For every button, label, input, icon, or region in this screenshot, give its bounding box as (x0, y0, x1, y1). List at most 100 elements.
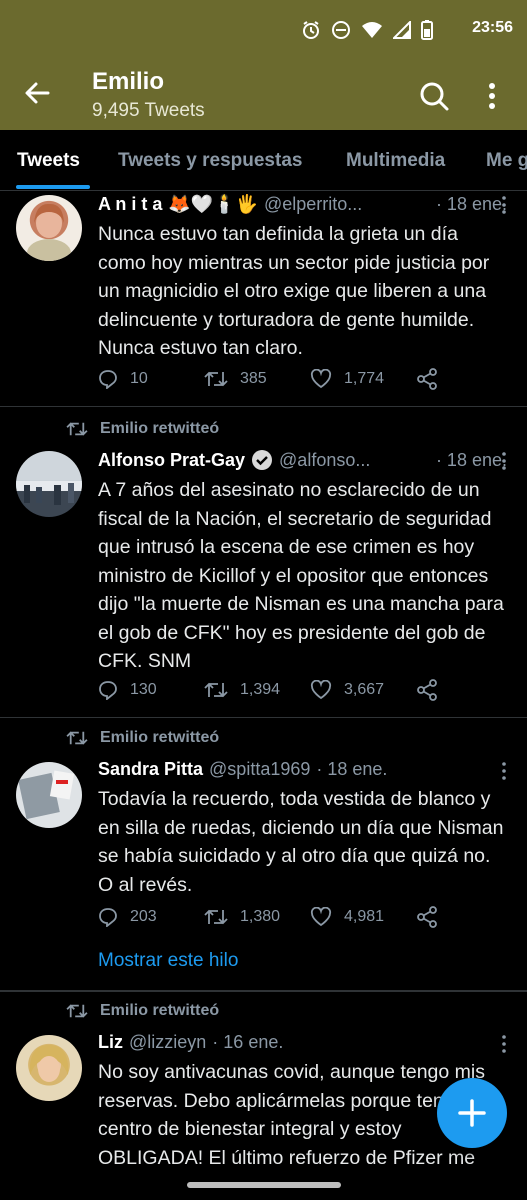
tweet-actions: 203 1,380 4,981 (98, 906, 522, 928)
tab-media[interactable]: Multimedia (346, 150, 445, 172)
gesture-handle[interactable] (187, 1182, 341, 1188)
retweet-count: 385 (240, 370, 267, 387)
more-options-button[interactable] (482, 80, 502, 112)
reply-count: 130 (130, 681, 157, 698)
tweet-text: A 7 años del asesinato no esclarecido de… (98, 479, 504, 672)
share-button[interactable] (416, 679, 522, 701)
back-button[interactable] (20, 76, 54, 110)
tweet-more-icon[interactable] (501, 452, 507, 470)
compose-plus-icon (458, 1099, 486, 1127)
reply-icon (99, 370, 117, 389)
retweet-label: Emilio retwitteó (100, 729, 220, 746)
share-button[interactable] (416, 368, 522, 390)
status-time: 23:56 (472, 19, 513, 36)
verified-icon (252, 450, 273, 470)
like-icon (310, 907, 332, 927)
retweet-button[interactable]: 1,380 (204, 907, 310, 927)
retweet-button[interactable]: 385 (204, 369, 310, 389)
tweet[interactable]: A n i t a 🦊🤍🕯️🖐 @elperrito... · 18 ene. … (0, 191, 527, 407)
like-button[interactable]: 1,774 (310, 369, 416, 389)
status-icons (301, 20, 433, 40)
tweet-more-icon[interactable] (501, 196, 507, 214)
tab-likes[interactable]: Me gusta (486, 150, 527, 172)
share-icon (417, 368, 437, 390)
tab-tweets[interactable]: Tweets (17, 150, 80, 172)
tweet-time: · 18 ene. (435, 450, 507, 470)
reply-icon (99, 681, 117, 700)
tweet[interactable]: Emilio retwitteó Alfonso Prat-Gay @alfon… (0, 407, 527, 718)
reply-count: 10 (130, 370, 148, 387)
retweet-icon (66, 422, 88, 436)
tweet-more-icon[interactable] (501, 762, 507, 780)
author-handle: @elperrito... (264, 194, 363, 214)
retweet-label: Emilio retwitteó (100, 420, 220, 437)
tweet-count: 9,495 Tweets (92, 100, 205, 121)
reply-button[interactable]: 130 (98, 680, 204, 700)
tweet-meta: Alfonso Prat-Gay @alfonso... · 18 ene. (98, 447, 507, 473)
reply-icon (99, 908, 117, 927)
header-titles: Emilio 9,495 Tweets (92, 68, 205, 124)
tweet[interactable]: Emilio retwitteó Sandra Pitta @spitta196… (0, 717, 527, 992)
compose-tweet-button[interactable] (437, 1078, 507, 1148)
author-name[interactable]: Liz (98, 1029, 123, 1055)
avatar[interactable] (16, 1035, 82, 1101)
show-thread-link[interactable]: Mostrar este hilo (98, 950, 238, 972)
system-nav-bar (0, 1170, 527, 1200)
search-icon (420, 82, 449, 111)
author-emoji: 🦊🤍🕯️🖐 (168, 194, 258, 214)
retweet-count: 1,394 (240, 681, 281, 698)
like-button[interactable]: 3,667 (310, 680, 416, 700)
avatar[interactable] (16, 195, 82, 261)
author-handle: @spitta1969 (209, 759, 311, 779)
tweet-more-icon[interactable] (501, 1035, 507, 1053)
page-title: Emilio (92, 68, 165, 95)
retweet-icon (204, 682, 228, 698)
reply-button[interactable]: 10 (98, 369, 204, 389)
battery-icon (421, 20, 433, 40)
tweet-meta: A n i t a 🦊🤍🕯️🖐 @elperrito... · 18 ene. (98, 191, 507, 217)
search-button[interactable] (418, 80, 450, 112)
tweet-actions: 10 385 1,774 (98, 368, 522, 390)
like-count: 4,981 (344, 908, 385, 925)
author-handle: @lizzieyn (129, 1032, 207, 1052)
tweet-meta: Liz @lizzieyn · 16 ene. (98, 1029, 507, 1055)
reply-button[interactable]: 203 (98, 907, 204, 927)
share-icon (417, 906, 437, 928)
retweet-count: 1,380 (240, 908, 281, 925)
retweet-icon (204, 371, 228, 387)
active-tab-indicator (16, 185, 90, 189)
retweet-button[interactable]: 1,394 (204, 680, 310, 700)
dnd-icon (331, 20, 351, 40)
retweet-icon (66, 1004, 88, 1018)
author-handle: @alfonso... (279, 450, 371, 470)
profile-header: Emilio 9,495 Tweets (0, 58, 527, 130)
profile-tabs: Tweets Tweets y respuestas Multimedia Me… (0, 130, 527, 191)
more-vertical-icon (489, 83, 495, 109)
avatar[interactable] (16, 762, 82, 828)
reply-count: 203 (130, 908, 157, 925)
retweet-icon (66, 731, 88, 745)
tweet-actions: 130 1,394 3,667 (98, 679, 522, 701)
like-count: 1,774 (344, 370, 385, 387)
tweet-content: Sandra Pitta @spitta1969 · 18 ene. Todav… (98, 756, 507, 899)
tweet-content: A n i t a 🦊🤍🕯️🖐 @elperrito... · 18 ene. … (98, 191, 507, 363)
tab-tweets-replies[interactable]: Tweets y respuestas (118, 150, 302, 172)
status-bar: 23:56 (0, 0, 527, 58)
author-name[interactable]: Alfonso Prat-Gay (98, 447, 245, 473)
author-name[interactable]: Sandra Pitta (98, 756, 203, 782)
tweet-content: Alfonso Prat-Gay @alfonso... · 18 ene. A… (98, 447, 507, 676)
tweet-meta: Sandra Pitta @spitta1969 · 18 ene. (98, 756, 507, 782)
author-name[interactable]: A n i t a (98, 191, 162, 217)
retweet-indicator: Emilio retwitteó (66, 729, 219, 747)
avatar[interactable] (16, 451, 82, 517)
retweet-label: Emilio retwitteó (100, 1002, 220, 1019)
tweet-text: Todavía la recuerdo, toda vestida de bla… (98, 788, 504, 896)
retweet-icon (204, 909, 228, 925)
like-button[interactable]: 4,981 (310, 907, 416, 927)
share-button[interactable] (416, 906, 522, 928)
like-icon (310, 369, 332, 389)
tweet-time: · 18 ene. (316, 759, 388, 779)
retweet-indicator: Emilio retwitteó (66, 420, 219, 438)
tweet-time: · 16 ene. (212, 1032, 284, 1052)
signal-icon (393, 21, 411, 39)
